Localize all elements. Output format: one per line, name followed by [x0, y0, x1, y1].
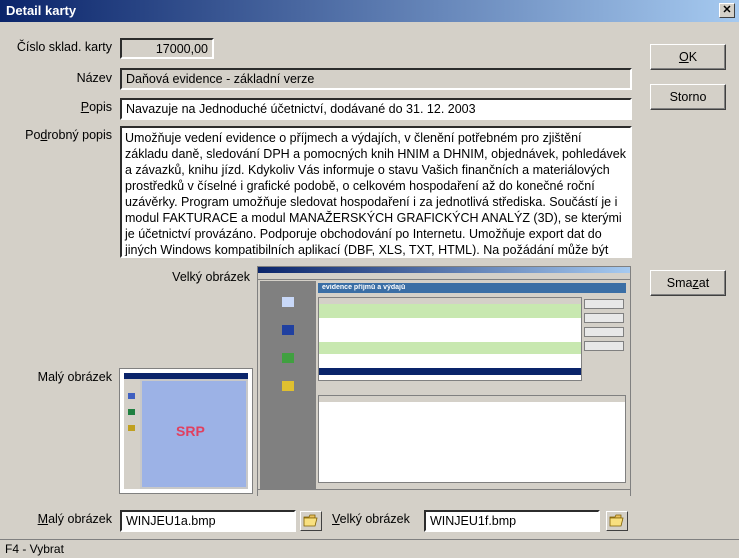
large-screenshot-table	[318, 297, 582, 381]
small-screenshot-sidebar	[124, 379, 140, 489]
velky-file-label: Velký obrázek	[332, 512, 418, 526]
large-sidebar-icon	[282, 325, 294, 335]
popis-label-u: P	[80, 100, 90, 114]
large-screenshot-header: evidence příjmů a výdajů	[318, 283, 626, 293]
podrobny-label: Podrobný popis	[4, 128, 112, 142]
large-screenshot-buttons	[584, 299, 624, 359]
popis-label: Popis	[4, 100, 112, 114]
maly-file-label: Malý obrázek	[4, 512, 112, 526]
velky-obrazek-image[interactable]: evidence příjmů a výdajů	[257, 266, 631, 496]
ok-u: O	[678, 50, 689, 64]
large-screenshot-detail-table	[318, 395, 626, 483]
small-screenshot-frame: SRP	[124, 373, 248, 489]
folder-icon	[609, 514, 624, 527]
nazev-field[interactable]: Daňová evidence - základní verze	[120, 68, 632, 90]
large-mini-button	[584, 299, 624, 309]
podrobny-label-a: Po	[25, 128, 41, 142]
storno-button[interactable]: Storno	[650, 84, 726, 110]
large-screenshot-sidebar	[260, 281, 316, 489]
small-screenshot-workspace: SRP	[142, 381, 246, 487]
large-table-row-highlight	[319, 342, 581, 354]
velky-file-field[interactable]: WINJEU1f.bmp	[424, 510, 600, 532]
small-sidebar-icon	[128, 425, 135, 431]
smazat-button[interactable]: Smazat	[650, 270, 726, 296]
folder-icon	[303, 514, 318, 527]
close-button[interactable]: ✕	[719, 3, 735, 18]
status-bar: F4 - Vybrat	[0, 539, 739, 558]
ok-button[interactable]: OK	[650, 44, 726, 70]
large-sidebar-icon	[282, 353, 294, 363]
large-sidebar-icon	[282, 381, 294, 391]
cislo-field: 17000,00	[120, 38, 214, 59]
velky-file-label-rest: elký obrázek	[339, 512, 410, 526]
small-screenshot-logo: SRP	[176, 423, 205, 439]
maly-browse-button[interactable]	[300, 511, 322, 531]
maly-obrazek-label: Malý obrázek	[37, 370, 112, 384]
status-text: F4 - Vybrat	[5, 542, 64, 556]
large-detail-header	[319, 396, 625, 402]
podrobny-textarea[interactable]: Umožňuje vedení evidence o příjmech a vý…	[120, 126, 632, 258]
large-mini-button	[584, 341, 624, 351]
ok-rest: K	[688, 50, 698, 64]
small-screenshot-titlebar	[124, 373, 248, 379]
popis-label-rest: opis	[89, 100, 112, 114]
maly-obrazek-image[interactable]: SRP	[119, 368, 253, 494]
maly-file-field[interactable]: WINJEU1a.bmp	[120, 510, 296, 532]
smazat-b: at	[698, 276, 710, 290]
velky-obrazek-label: Velký obrázek	[172, 270, 250, 284]
window-title: Detail karty	[6, 3, 77, 18]
title-bar: Detail karty ✕	[0, 0, 739, 22]
large-table-row-selected	[319, 368, 581, 375]
large-mini-button	[584, 327, 624, 337]
velky-file-label-u: V	[332, 512, 340, 526]
cislo-label: Číslo sklad. karty	[16, 40, 112, 54]
close-icon[interactable]: ✕	[722, 4, 731, 16]
smazat-a: Sma	[666, 276, 693, 290]
nazev-label: Název	[76, 71, 112, 85]
maly-file-label-rest: alý obrázek	[48, 512, 112, 526]
popis-field[interactable]: Navazuje na Jednoduché účetnictví, dodáv…	[120, 98, 632, 120]
large-table-row-highlight	[319, 304, 581, 318]
small-sidebar-icon	[128, 393, 135, 399]
small-sidebar-icon	[128, 409, 135, 415]
large-mini-button	[584, 313, 624, 323]
podrobny-label-b: robný popis	[47, 128, 112, 142]
velky-browse-button[interactable]	[606, 511, 628, 531]
maly-file-label-u: M	[37, 512, 49, 526]
large-sidebar-icon	[282, 297, 294, 307]
large-screenshot-statusbar	[258, 489, 630, 496]
large-screenshot-heading: evidence příjmů a výdajů	[322, 284, 406, 291]
large-screenshot-menubar	[258, 273, 630, 280]
